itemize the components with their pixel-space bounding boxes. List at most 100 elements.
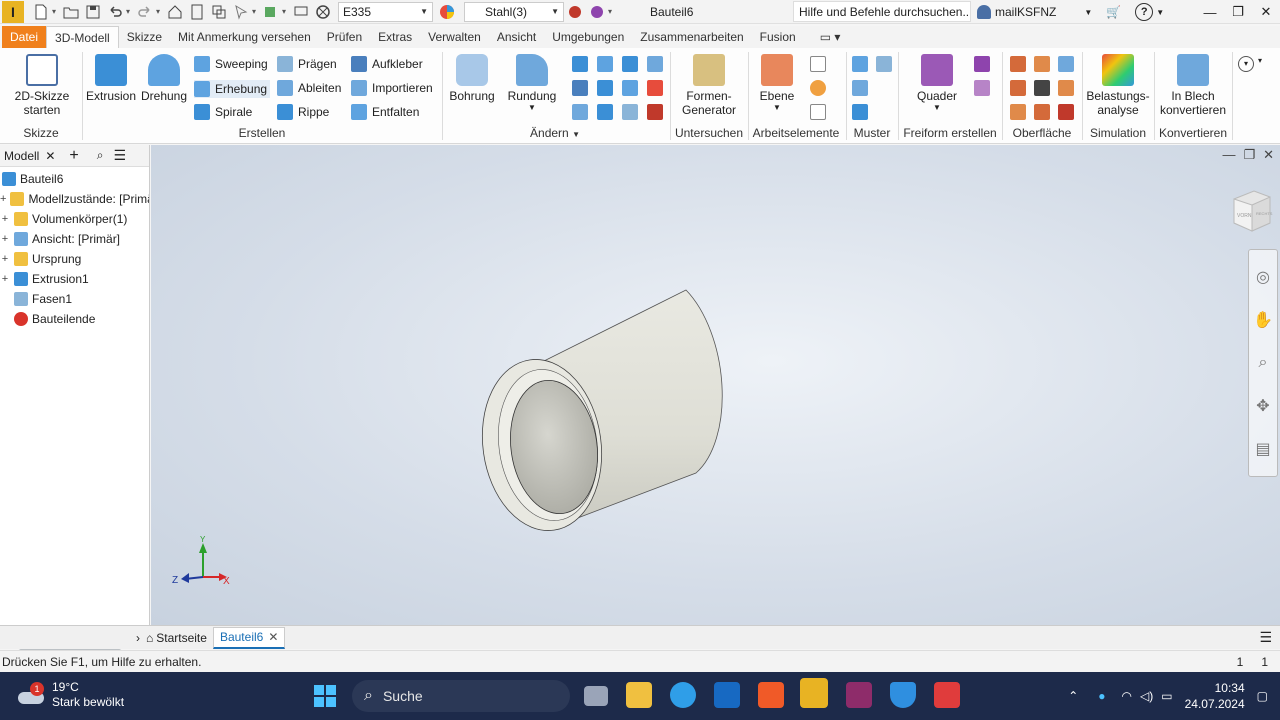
help-search-input[interactable]: Hilfe und Befehle durchsuchen... (793, 1, 971, 22)
outlook-icon[interactable] (714, 682, 740, 708)
fillet-button[interactable]: Rundung ▼ (504, 54, 560, 112)
chamfer-icon[interactable] (572, 56, 588, 72)
graphics-viewport[interactable]: — ❐ ✕ VORN RECHTS ◎ ✋ ⌕ ✥ ▤ Y X Z (151, 145, 1280, 625)
viewport-maximize-icon[interactable]: ❐ (1243, 147, 1255, 163)
tab-tools[interactable]: Extras (370, 26, 420, 48)
tree-item-chamfer[interactable]: Fasen1 (0, 289, 149, 309)
tube-model[interactable] (476, 285, 786, 535)
tree-item-view[interactable]: + Ansicht: [Primär] (0, 229, 149, 249)
circular-pattern-icon[interactable] (852, 80, 868, 96)
hole-button[interactable]: Bohrung (446, 54, 498, 103)
rectangular-pattern-icon[interactable] (852, 56, 868, 72)
import-button[interactable]: Importieren (351, 80, 433, 96)
tab-environments[interactable]: Umgebungen (544, 26, 632, 48)
viewport-minimize-icon[interactable]: — (1222, 147, 1235, 163)
new-file-icon[interactable] (33, 4, 49, 20)
move-face-icon[interactable] (597, 104, 613, 120)
tab-document[interactable]: Bauteil6 ✕ (212, 626, 286, 649)
user-account[interactable]: mailKSFNZ ▼ 🛒 ? ▼ (977, 3, 1164, 21)
inventor-logo[interactable]: I (2, 0, 24, 23)
tree-item-end-of-part[interactable]: Bauteilende (0, 309, 149, 329)
replace-face-icon[interactable] (572, 104, 588, 120)
zoom-icon[interactable]: ⌕ (1253, 353, 1273, 373)
split-icon[interactable] (647, 56, 663, 72)
task-view-icon[interactable] (584, 686, 608, 706)
delete-face-icon[interactable] (647, 104, 663, 120)
tab-manage[interactable]: Verwalten (420, 26, 489, 48)
viewport-close-icon[interactable]: ✕ (1263, 147, 1274, 163)
material-dropdown[interactable]: E335 ▼ (338, 1, 433, 22)
defender-icon[interactable] (890, 682, 916, 708)
adjust-appearance-icon[interactable] (567, 4, 583, 20)
tab-sketch[interactable]: Skizze (119, 26, 170, 48)
start-2d-sketch-button[interactable]: 2D-Skizze starten (12, 54, 72, 117)
sculpt-icon[interactable] (1058, 80, 1074, 96)
tab-annotate[interactable]: Mit Anmerkung versehen (170, 26, 319, 48)
pan-hand-icon[interactable]: ✋ (1253, 310, 1273, 330)
undo-icon[interactable] (107, 4, 123, 20)
file-explorer-icon[interactable] (626, 682, 652, 708)
select-icon[interactable] (233, 4, 249, 20)
plane-button[interactable]: Ebene ▼ (754, 54, 800, 112)
tab-file[interactable]: Datei (2, 26, 47, 48)
inventor-taskbar-icon[interactable] (800, 678, 828, 708)
wifi-icon[interactable]: ◠ (1122, 689, 1132, 703)
copy-object-icon[interactable] (622, 104, 638, 120)
tree-item-extrusion[interactable]: + Extrusion1 (0, 269, 149, 289)
unwrap-button[interactable]: Entfalten (351, 104, 419, 120)
update-icon[interactable] (263, 4, 279, 20)
emboss-button[interactable]: Prägen (277, 56, 337, 72)
start-button[interactable] (314, 685, 336, 707)
ruled-surface-icon[interactable] (1034, 80, 1050, 96)
open-folder-icon[interactable] (63, 4, 79, 20)
convert-to-sheet-metal-button[interactable]: In Blech konvertieren (1158, 54, 1228, 117)
ribbon-options-icon[interactable]: ▾ (1238, 56, 1254, 72)
color-wheel-icon[interactable] (439, 4, 455, 20)
rib-button[interactable]: Rippe (277, 104, 329, 120)
appearance-clear-icon[interactable] (315, 4, 331, 20)
steering-wheel-icon[interactable]: ◎ (1253, 267, 1273, 287)
thicken-icon[interactable] (622, 80, 638, 96)
add-browser-icon[interactable]: + (69, 147, 78, 165)
notifications-icon[interactable]: ▢ (1257, 689, 1268, 703)
home-icon[interactable] (167, 4, 183, 20)
tray-chevron-icon[interactable]: ⌃ (1068, 689, 1078, 703)
repair-icon[interactable] (1058, 104, 1074, 120)
sweep-button[interactable]: Sweeping (194, 56, 268, 72)
minimize-icon[interactable]: — (1196, 0, 1224, 24)
properties-icon[interactable] (189, 4, 205, 20)
volume-icon[interactable]: ◁) (1140, 689, 1153, 703)
maximize-icon[interactable]: ❐ (1224, 0, 1252, 24)
look-at-icon[interactable]: ▤ (1253, 439, 1273, 459)
winrar-icon[interactable] (846, 682, 872, 708)
point-icon[interactable] (810, 80, 826, 96)
tree-item-model-states[interactable]: + Modellzustände: [Primär] (0, 189, 149, 209)
document-tabs-menu-icon[interactable]: ☰ (1259, 629, 1272, 646)
tab-collaborate[interactable]: Zusammenarbeiten (632, 26, 751, 48)
microphone-icon[interactable]: ● (1098, 689, 1105, 703)
combine-icon[interactable] (597, 80, 613, 96)
close-tab-icon[interactable]: ✕ (268, 630, 278, 644)
group-label-modify[interactable]: Ändern ▼ (442, 126, 668, 140)
tree-item-solid-bodies[interactable]: + Volumenkörper(1) (0, 209, 149, 229)
tree-item-origin[interactable]: + Ursprung (0, 249, 149, 269)
extrusion-button[interactable]: Extrusion (86, 54, 136, 103)
close-browser-icon[interactable]: ✕ (45, 149, 55, 163)
appearance-dropdown[interactable]: Stahl(3) ▼ (464, 1, 564, 22)
sketch-pattern-icon[interactable] (852, 104, 868, 120)
brave-icon[interactable] (758, 682, 784, 708)
stress-analysis-button[interactable]: Belastungs- analyse (1086, 54, 1150, 117)
copy-icon[interactable] (211, 4, 227, 20)
search-icon[interactable]: ⌕ (97, 148, 104, 163)
tab-3d-model[interactable]: 3D-Modell (46, 26, 119, 48)
tree-item-part[interactable]: Bauteil6 (0, 169, 149, 189)
tab-inspect[interactable]: Prüfen (319, 26, 370, 48)
close-icon[interactable]: ✕ (1252, 0, 1280, 24)
cart-icon[interactable]: 🛒 (1106, 5, 1121, 19)
revolve-button[interactable]: Drehung (140, 54, 188, 103)
direct-edit-icon[interactable] (647, 80, 663, 96)
app-s-icon[interactable] (934, 682, 960, 708)
thicken-surface-icon[interactable] (1034, 104, 1050, 120)
redo-icon[interactable] (137, 4, 153, 20)
derive-button[interactable]: Ableiten (277, 80, 341, 96)
